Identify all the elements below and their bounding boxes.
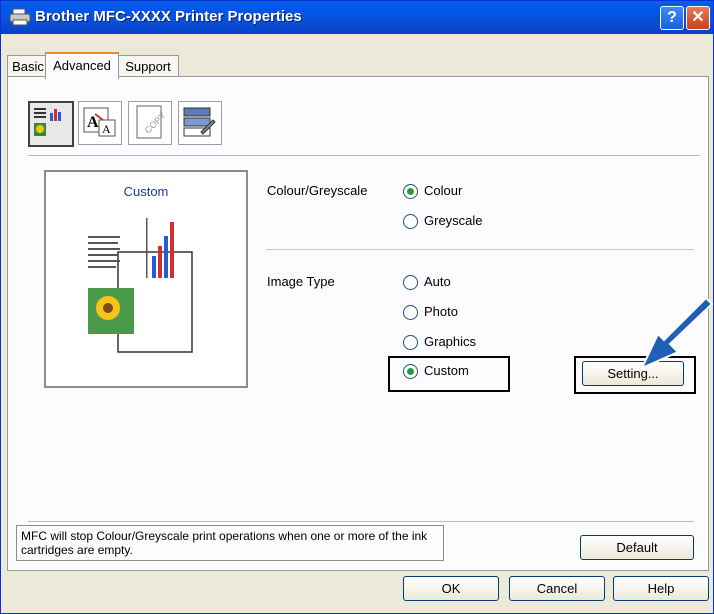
tab-advanced[interactable]: Advanced: [45, 52, 119, 79]
tab-basic[interactable]: Basic: [7, 55, 49, 77]
graphics-radio[interactable]: [403, 335, 418, 350]
printer-properties-window: Brother MFC-XXXX Printer Properties ? ✕ …: [0, 0, 714, 614]
custom-radio[interactable]: [403, 364, 418, 379]
window-title: Brother MFC-XXXX Printer Properties: [35, 8, 302, 25]
colour-settings-icon[interactable]: [28, 101, 74, 147]
default-button[interactable]: Default: [580, 535, 694, 560]
tab-support[interactable]: Support: [117, 55, 179, 77]
image-type-label: Image Type: [267, 274, 335, 289]
custom-option-label: Custom: [424, 363, 469, 378]
greyscale-option-label: Greyscale: [424, 213, 483, 228]
preview-label: Custom: [123, 184, 169, 199]
callout-arrow-icon: [640, 296, 714, 370]
toolbar-separator: [28, 155, 700, 157]
device-options-icon[interactable]: [178, 101, 222, 145]
graphics-option-label: Graphics: [424, 334, 477, 349]
status-message: MFC will stop Colour/Greyscale print ope…: [16, 525, 444, 561]
auto-radio[interactable]: [403, 275, 418, 290]
printer-icon: [9, 8, 31, 26]
colour-greyscale-label: Colour/Greyscale: [267, 183, 368, 198]
svg-text:A: A: [102, 122, 111, 136]
document-preview-image: [88, 218, 193, 353]
photo-option-label: Photo: [424, 304, 458, 319]
scaling-icon[interactable]: A A: [78, 101, 122, 145]
photo-radio[interactable]: [403, 305, 418, 320]
bottom-separator: [28, 521, 694, 522]
title-bar: Brother MFC-XXXX Printer Properties ? ✕: [1, 1, 713, 34]
preview-box: Custom: [44, 170, 248, 388]
ok-button[interactable]: OK: [403, 576, 499, 601]
help-button[interactable]: Help: [613, 576, 709, 601]
watermark-icon[interactable]: COPY: [128, 101, 172, 145]
colour-radio[interactable]: [403, 184, 418, 199]
group-separator: [266, 249, 694, 250]
cancel-button[interactable]: Cancel: [509, 576, 605, 601]
close-button[interactable]: ✕: [686, 6, 710, 30]
colour-option-label: Colour: [424, 183, 463, 198]
advanced-panel: A A COPY Custom Colour/Greyscale Colour …: [7, 76, 709, 571]
help-title-button[interactable]: ?: [660, 6, 684, 30]
greyscale-radio[interactable]: [403, 214, 418, 229]
auto-option-label: Auto: [424, 274, 451, 289]
